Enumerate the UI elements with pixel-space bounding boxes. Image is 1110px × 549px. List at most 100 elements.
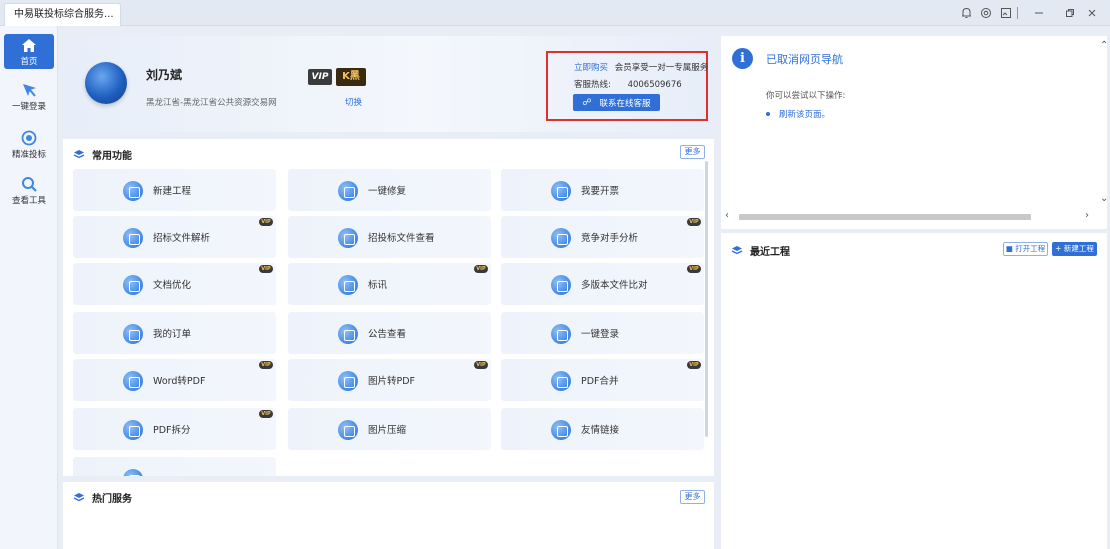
vertical-scrollbar[interactable]: ⌃ ⌄ [1100, 40, 1108, 210]
bullet-icon [766, 112, 770, 116]
scroll-right-icon[interactable]: › [1085, 210, 1089, 221]
open-project-button[interactable]: ■ 打开工程 [1003, 242, 1048, 256]
info-icon: i [732, 48, 753, 69]
function-icon [123, 420, 143, 440]
scroll-left-icon[interactable]: ‹ [725, 210, 729, 221]
more-button[interactable]: 更多 [680, 145, 705, 159]
function-icon [551, 420, 571, 440]
function-tile-partial[interactable] [73, 457, 276, 476]
headset-icon: ☍ [582, 97, 592, 108]
function-tile[interactable]: PDF合并 VIP [501, 359, 704, 401]
login-icon [22, 84, 36, 97]
function-label: 招投标文件查看 [368, 233, 435, 244]
recent-projects-panel: 最近工程 ■ 打开工程 + 新建工程 [721, 233, 1107, 549]
switch-link[interactable]: 切换 [345, 96, 362, 108]
buy-row: 立即购买 会员享受一对一专属服务 [574, 61, 708, 73]
function-label: PDF合并 [581, 376, 619, 387]
function-icon [338, 420, 358, 440]
function-icon [338, 181, 358, 201]
function-label: PDF拆分 [153, 425, 191, 436]
function-label: 友情链接 [581, 425, 620, 436]
section-header: 热门服务 [73, 490, 132, 505]
function-tile[interactable]: 图片压缩 [288, 408, 491, 450]
navigation-hint: 你可以尝试以下操作: [766, 91, 846, 101]
vip-tag: VIP [474, 265, 488, 273]
common-functions-panel: 常用功能 更多 新建工程 一键修复 我要开票招标文件解析 VIP 招投标文件查看 竞争对手… [63, 139, 714, 476]
close-icon[interactable] [1083, 4, 1101, 22]
image-icon[interactable] [997, 4, 1015, 22]
sidebar-item-precise-bidding[interactable]: 精准投标 [4, 130, 54, 162]
function-tile[interactable]: PDF拆分 VIP [73, 408, 276, 450]
function-label: 图片压缩 [368, 425, 407, 436]
function-label: 竞争对手分析 [581, 233, 639, 244]
scroll-down-icon[interactable]: ⌄ [1100, 193, 1108, 204]
minimize-icon[interactable] [1030, 4, 1048, 22]
bell-icon[interactable] [957, 4, 975, 22]
function-icon [123, 228, 143, 248]
vip-tag: VIP [259, 410, 273, 418]
functions-scrollbar[interactable] [705, 161, 708, 437]
function-tile[interactable]: 文档优化 VIP [73, 263, 276, 305]
function-icon [551, 371, 571, 391]
scrollbar-thumb[interactable] [739, 214, 1031, 220]
function-tile[interactable]: 图片转PDF VIP [288, 359, 491, 401]
function-icon [338, 228, 358, 248]
membership-badge: K黑 [336, 68, 366, 86]
vip-tag: VIP [687, 265, 701, 273]
function-tile[interactable]: 多版本文件比对 VIP [501, 263, 704, 305]
function-tile[interactable]: 招标文件解析 VIP [73, 216, 276, 258]
function-tile[interactable]: 公告查看 [288, 312, 491, 354]
function-tile[interactable]: 新建工程 [73, 169, 276, 211]
function-icon [123, 469, 143, 476]
restore-icon[interactable] [1061, 4, 1079, 22]
function-icon [123, 275, 143, 295]
contact-online-service-button[interactable]: ☍ 联系在线客服 [573, 94, 660, 111]
vip-tag: VIP [259, 218, 273, 226]
hotline-number: 4006509676 [627, 80, 682, 90]
avatar[interactable] [85, 62, 127, 104]
function-label: 我要开票 [581, 186, 620, 197]
horizontal-scrollbar[interactable]: ‹ › [725, 210, 1095, 223]
search-icon [22, 177, 37, 192]
function-label: 公告查看 [368, 329, 407, 340]
function-tile[interactable]: 招投标文件查看 [288, 216, 491, 258]
user-name: 刘乃斌 [146, 68, 183, 82]
function-tile[interactable]: 标讯 VIP [288, 263, 491, 305]
refresh-page-link[interactable]: 刷新该页面。 [766, 108, 830, 120]
app-tab[interactable]: 中易联投标综合服务... [4, 3, 121, 26]
function-label: 图片转PDF [368, 376, 416, 387]
target-icon [21, 130, 37, 146]
navigation-cancelled-title: 已取消网页导航 [766, 53, 843, 66]
function-icon [123, 324, 143, 344]
function-icon [551, 228, 571, 248]
vip-tag: VIP [687, 361, 701, 369]
function-label: 新建工程 [153, 186, 192, 197]
sidebar-item-view-tools[interactable]: 查看工具 [4, 176, 54, 208]
sidebar-item-label: 一键登录 [11, 102, 46, 112]
settings-gear-icon[interactable] [977, 4, 995, 22]
function-icon [338, 371, 358, 391]
function-icon [551, 324, 571, 344]
sidebar-item-login[interactable]: 一键登录 [4, 82, 54, 114]
sidebar-item-label: 首页 [20, 57, 38, 67]
more-button[interactable]: 更多 [680, 490, 705, 504]
buy-now-link[interactable]: 立即购买 [574, 63, 608, 73]
function-tile[interactable]: Word转PDF VIP [73, 359, 276, 401]
scroll-up-icon[interactable]: ⌃ [1100, 40, 1108, 51]
sidebar-item-home[interactable]: 首页 [4, 34, 54, 69]
vip-tag: VIP [259, 265, 273, 273]
function-tile[interactable]: 一键修复 [288, 169, 491, 211]
function-icon [551, 275, 571, 295]
new-project-button[interactable]: + 新建工程 [1052, 242, 1097, 256]
function-label: 我的订单 [153, 329, 192, 340]
section-header: 常用功能 [73, 147, 132, 162]
function-icon [123, 181, 143, 201]
function-tile[interactable]: 一键登录 [501, 312, 704, 354]
function-tile[interactable]: 我的订单 [73, 312, 276, 354]
function-label: 文档优化 [153, 280, 192, 291]
section-header: 最近工程 [731, 243, 790, 258]
function-tile[interactable]: 友情链接 [501, 408, 704, 450]
layers-icon [73, 493, 85, 502]
function-tile[interactable]: 竞争对手分析 VIP [501, 216, 704, 258]
function-tile[interactable]: 我要开票 [501, 169, 704, 211]
